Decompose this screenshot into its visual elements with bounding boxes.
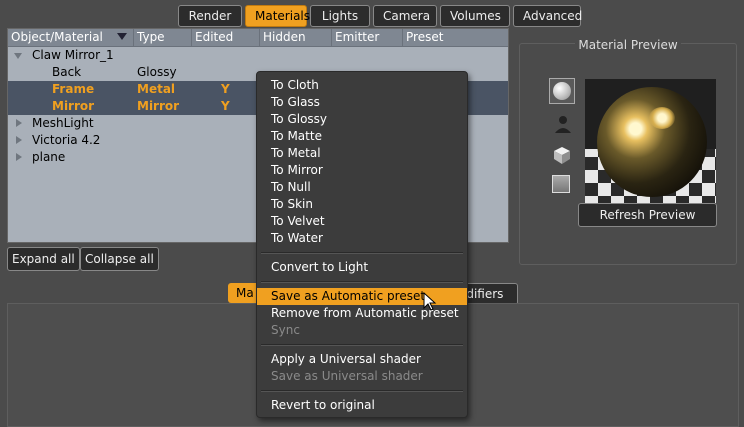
tab-camera[interactable]: Camera	[373, 5, 437, 27]
row-name: Back	[52, 65, 82, 79]
material-context-menu: To Cloth To Glass To Glossy To Matte To …	[256, 71, 468, 418]
row-edited: Y	[221, 82, 230, 96]
menu-item-revert-to-original[interactable]: Revert to original	[257, 397, 467, 414]
row-name: MeshLight	[32, 116, 94, 130]
column-header-object-material[interactable]: Object/Material	[8, 29, 134, 46]
row-name: plane	[32, 150, 66, 164]
tab-render[interactable]: Render	[178, 5, 242, 27]
menu-item-to-null[interactable]: To Null	[257, 179, 467, 196]
menu-item-convert-to-light[interactable]: Convert to Light	[257, 259, 467, 276]
column-header-type[interactable]: Type	[134, 29, 192, 46]
row-type: Glossy	[137, 65, 177, 79]
sphere-shape-icon[interactable]	[549, 78, 575, 104]
sphere-glyph	[553, 82, 571, 100]
tab-materials[interactable]: Materials	[245, 5, 310, 27]
cube-shape-icon[interactable]	[552, 145, 574, 167]
menu-item-save-universal-shader: Save as Universal shader	[271, 369, 423, 383]
preview-title: Material Preview	[520, 38, 736, 52]
menu-item-to-velvet[interactable]: To Velvet	[257, 213, 467, 230]
figure-shape-icon[interactable]	[553, 114, 575, 136]
row-name: Frame	[52, 82, 95, 96]
preview-render-image	[585, 79, 716, 203]
expanded-arrow-icon[interactable]	[14, 53, 22, 59]
tree-header: Object/Material Type Edited Hidden Emitt…	[8, 29, 508, 47]
menu-separator	[261, 252, 463, 254]
column-header-hidden[interactable]: Hidden	[260, 29, 332, 46]
main-tabbar: Render Materials Lights Camera Volumes A…	[178, 5, 584, 27]
tab-lights[interactable]: Lights	[310, 5, 370, 27]
column-header-emitter[interactable]: Emitter	[332, 29, 403, 46]
figure-glyph	[555, 116, 571, 133]
menu-separator	[261, 344, 463, 346]
collapsed-arrow-icon[interactable]	[16, 119, 22, 127]
menu-item-to-matte[interactable]: To Matte	[257, 128, 467, 145]
row-name: Claw Mirror_1	[32, 48, 114, 62]
tab-advanced[interactable]: Advanced	[513, 5, 582, 27]
menu-separator	[261, 390, 463, 392]
menu-item-apply-universal-shader[interactable]: Apply a Universal shader	[257, 351, 467, 368]
column-header-edited[interactable]: Edited	[192, 29, 260, 46]
menu-item-to-skin[interactable]: To Skin	[257, 196, 467, 213]
menu-item-to-glass[interactable]: To Glass	[257, 94, 467, 111]
menu-item-to-cloth[interactable]: To Cloth	[257, 77, 467, 94]
row-name: Mirror	[52, 99, 95, 113]
tab-volumes[interactable]: Volumes	[440, 5, 510, 27]
cube-glyph	[554, 147, 570, 164]
row-type: Mirror	[137, 99, 180, 113]
collapsed-arrow-icon[interactable]	[16, 136, 22, 144]
row-edited: Y	[221, 99, 230, 113]
mouse-pointer-icon	[423, 292, 437, 311]
refresh-preview-button[interactable]: Refresh Preview	[578, 203, 717, 227]
collapsed-arrow-icon[interactable]	[16, 153, 22, 161]
row-type: Metal	[137, 82, 176, 96]
collapse-all-button[interactable]: Collapse all	[80, 247, 159, 271]
column-label: Object/Material	[11, 30, 103, 44]
menu-separator	[261, 281, 463, 283]
menu-item-to-mirror[interactable]: To Mirror	[257, 162, 467, 179]
expand-all-button[interactable]: Expand all	[7, 247, 80, 271]
menu-item-to-water[interactable]: To Water	[257, 230, 467, 247]
preview-title-text: Material Preview	[575, 38, 681, 52]
plane-shape-icon[interactable]	[552, 175, 570, 193]
menu-item-sync: Sync	[271, 323, 300, 337]
column-header-preset[interactable]: Preset	[403, 29, 508, 46]
tree-row-claw-mirror[interactable]: Claw Mirror_1	[8, 47, 508, 64]
sort-desc-icon[interactable]	[117, 33, 127, 40]
preview-sphere	[597, 87, 707, 197]
row-name: Victoria 4.2	[32, 133, 101, 147]
menu-item-to-glossy[interactable]: To Glossy	[257, 111, 467, 128]
menu-item-to-metal[interactable]: To Metal	[257, 145, 467, 162]
